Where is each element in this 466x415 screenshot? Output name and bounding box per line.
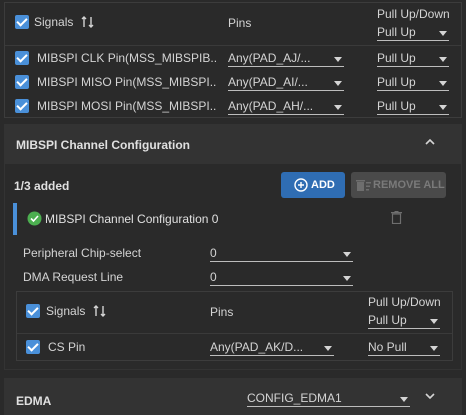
trash-icon[interactable] [391, 211, 402, 224]
pin-select[interactable]: Any(PAD_AI/... [228, 73, 344, 91]
peripheral-cs-label: Peripheral Chip-select [23, 246, 142, 260]
pull-select[interactable]: Pull Up [377, 73, 449, 91]
pin-select[interactable]: Any(PAD_AJ/... [228, 49, 344, 67]
chevron-down-icon [439, 81, 447, 86]
signal-name: MIBSPI MOSI Pin(MSS_MIBSPI... [37, 99, 217, 113]
chevron-down-icon [439, 57, 447, 62]
chevron-down-icon [439, 105, 447, 110]
pull-header: Pull Up/Down [377, 7, 450, 21]
signal-checkbox[interactable] [15, 99, 29, 113]
pin-select[interactable]: Any(PAD_AK/D... [210, 338, 334, 356]
edma-select[interactable]: CONFIG_EDMA1 [247, 389, 410, 407]
signal-checkbox[interactable] [26, 340, 40, 354]
chevron-down-icon [430, 319, 438, 324]
section-title: MIBSPI Channel Configuration [16, 138, 190, 152]
inner-pins-header: Pins [210, 305, 234, 319]
pin-select[interactable]: Any(PAD_AH/... [228, 97, 344, 115]
chevron-down-icon[interactable] [424, 391, 436, 401]
inner-header-divider [17, 333, 452, 334]
signals-header: Signals [34, 15, 74, 29]
chevron-down-icon [430, 346, 438, 351]
add-label: ADD [311, 179, 335, 191]
header-divider [5, 45, 461, 46]
chevron-down-icon [343, 276, 351, 281]
select-all-inner-checkbox[interactable] [26, 304, 40, 318]
pull-select[interactable]: Pull Up [377, 49, 449, 67]
channel-item-accent-bar [13, 203, 17, 235]
remove-all-button[interactable]: REMOVE ALL [351, 172, 446, 198]
peripheral-cs-select[interactable]: 0 [210, 244, 353, 262]
dma-request-select[interactable]: 0 [210, 268, 353, 286]
signal-name: CS Pin [48, 340, 86, 354]
pull-select[interactable]: Pull Up [377, 97, 449, 115]
pull-select[interactable]: No Pull [368, 338, 440, 356]
pull-all-select[interactable]: Pull Up [377, 23, 449, 41]
select-all-signals-checkbox[interactable] [15, 15, 29, 29]
sort-icon[interactable] [81, 16, 95, 28]
signal-checkbox[interactable] [15, 75, 29, 89]
signal-name: MIBSPI CLK Pin(MSS_MIBSPIB... [37, 51, 217, 65]
chevron-down-icon [334, 105, 342, 110]
inner-signals-header: Signals [46, 304, 86, 318]
channel-item-title[interactable]: MIBSPI Channel Configuration 0 [45, 212, 218, 226]
delete-sweep-icon [356, 180, 371, 191]
pins-header: Pins [228, 16, 252, 30]
add-button[interactable]: ADD [281, 172, 345, 198]
signal-checkbox[interactable] [15, 51, 29, 65]
remove-all-label: REMOVE ALL [373, 179, 445, 191]
dma-request-label: DMA Request Line [23, 270, 124, 284]
inner-pull-all-select[interactable]: Pull Up [368, 311, 440, 329]
chevron-down-icon [400, 397, 408, 402]
inner-pull-header: Pull Up/Down [368, 295, 441, 309]
chevron-up-icon[interactable] [424, 137, 436, 147]
sort-icon[interactable] [93, 305, 107, 317]
edma-title: EDMA [16, 394, 52, 408]
check-circle-icon [27, 211, 42, 226]
added-count: 1/3 added [14, 179, 70, 193]
chevron-down-icon [439, 31, 447, 36]
signal-name: MIBSPI MISO Pin(MSS_MIBSPI... [37, 75, 217, 89]
chevron-down-icon [343, 252, 351, 257]
plus-circle-icon [294, 178, 308, 192]
chevron-down-icon [334, 57, 342, 62]
chevron-down-icon [334, 81, 342, 86]
chevron-down-icon [324, 346, 332, 351]
